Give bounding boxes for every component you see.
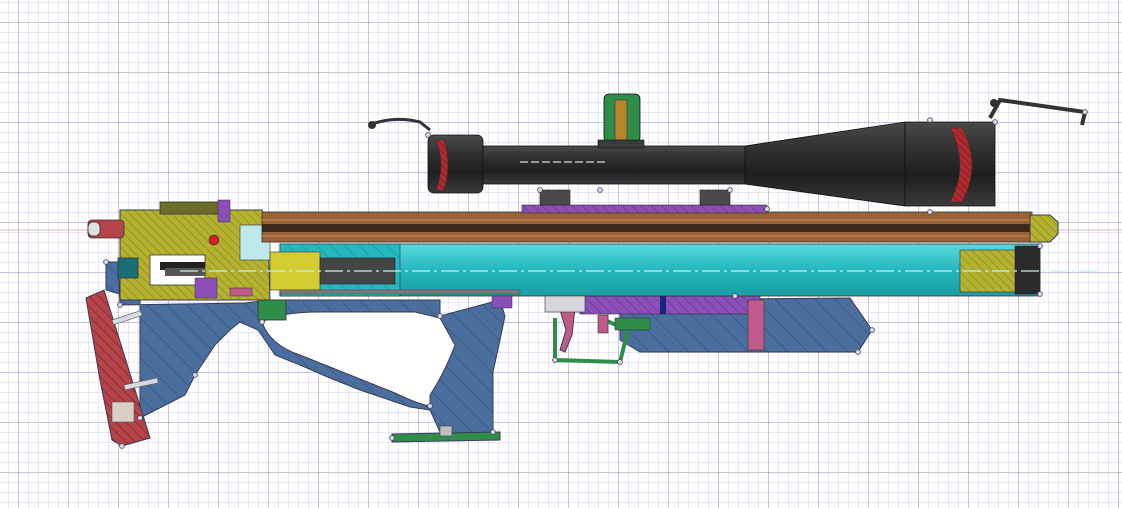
flip-cap-hinge	[368, 121, 376, 129]
purple-link	[491, 295, 513, 309]
air-cylinder-group[interactable]	[180, 243, 1100, 297]
receiver-dark-block	[117, 257, 139, 279]
scope-mount-rear	[699, 189, 731, 206]
barrel-group[interactable]	[261, 211, 1059, 243]
trigger-safety[interactable]	[597, 314, 609, 334]
butt-pad-spacer	[111, 401, 135, 423]
grip-plate-block	[439, 425, 453, 437]
butt-pad-bolt-top	[111, 310, 143, 326]
probe-blue	[217, 199, 231, 223]
objective-cap-hinge	[990, 99, 998, 107]
lower-rail[interactable]	[579, 295, 761, 315]
trigger-rod	[279, 289, 521, 295]
trigger-housing	[544, 295, 586, 313]
upper-picatinny-rail[interactable]	[521, 204, 768, 214]
scope-ocular[interactable]	[427, 134, 484, 194]
scope-group[interactable]	[368, 93, 1088, 207]
air-rifle-section-drawing[interactable]	[0, 0, 1122, 508]
scope-mount-front	[539, 189, 571, 206]
cad-viewport[interactable]	[0, 0, 1122, 508]
turret-screw	[614, 99, 628, 141]
receiver-top-cap	[159, 201, 221, 215]
receiver-lock-block[interactable]	[257, 299, 287, 321]
sear-spring	[194, 277, 218, 299]
lower-rail-bracket	[747, 299, 765, 351]
bolt-handle-knob[interactable]	[87, 221, 101, 237]
objective-flip-cap[interactable]	[988, 97, 1088, 126]
hammer-guide	[165, 268, 205, 276]
turret-base	[597, 139, 645, 149]
eyepiece-flip-cap[interactable]	[371, 117, 431, 132]
trigger-mount-green	[614, 317, 651, 331]
scope-tube[interactable]	[482, 145, 746, 185]
barrel-bore	[262, 224, 1032, 232]
blue-pin	[660, 296, 666, 314]
cylinder-end-cap[interactable]	[1014, 245, 1041, 295]
transfer-port	[208, 234, 220, 246]
trigger-blade[interactable]	[559, 307, 576, 353]
muzzle-cap[interactable]	[1029, 214, 1059, 243]
pin-cluster	[229, 287, 253, 297]
